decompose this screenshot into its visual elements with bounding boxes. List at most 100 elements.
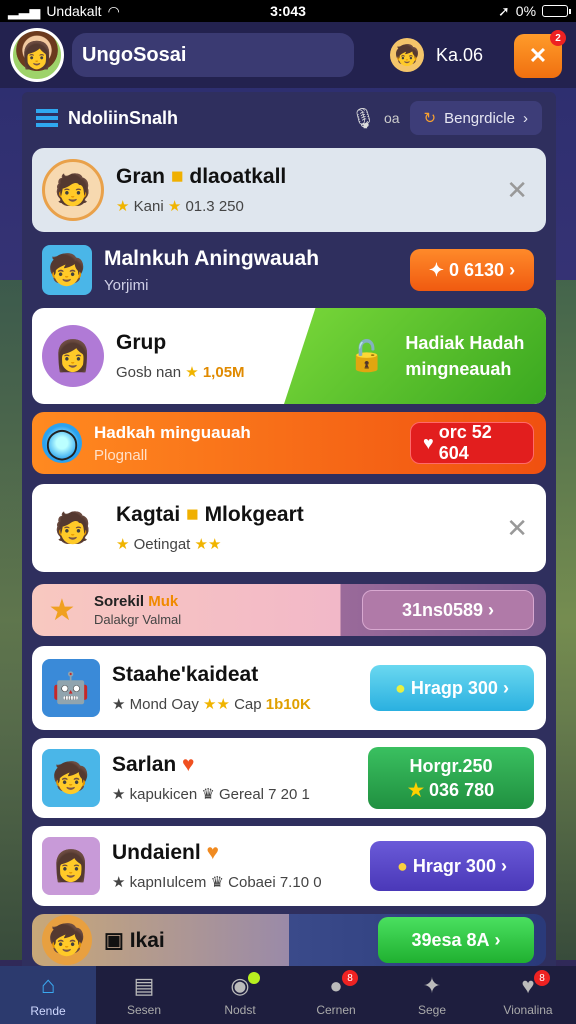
crown-icon: ♛ [201,786,215,803]
action-button[interactable]: 39esa 8A › [378,917,534,963]
item-title: Malnkuh Aningwauah [104,246,320,270]
item-title: Kagtai [116,503,181,526]
orb-icon: ◯ [42,423,82,463]
nav-tab-nodst[interactable]: ◉ Nodst [192,966,288,1024]
username-field[interactable]: UngoSosai [72,33,354,77]
price-button[interactable]: ♥ orc 52 604 [410,422,534,464]
action-button[interactable]: ● Hragr 300 › [370,841,534,891]
nav-tab-home[interactable]: ⌂ Rende [0,966,96,1024]
price-label: 31ns0589 [401,599,484,620]
action-label-2: 036 780 [429,780,495,800]
clock: 3:043 [270,3,306,19]
carrier-name: Undakalt [46,3,102,19]
star-icon: ★ [112,696,126,713]
nav-label: Sege [417,1003,447,1017]
item-subtitle-2: 01.3 250 [185,198,244,215]
item-title: Ikai [129,928,165,952]
microphone-icon[interactable]: 🎙 [351,106,376,131]
item-subtitle: Dalakgr Valmal [94,612,182,627]
banner-line-1: Hadiak Hadah [405,333,525,353]
nav-label: Rende [30,1004,66,1018]
item-subtitle-3: 1b10K [265,696,311,713]
close-icon[interactable]: ✕ [506,175,528,206]
list-item[interactable]: ◯ Hadkah minguauah Plognall ♥ orc 52 604 [32,412,546,474]
price-label: 0 6130 [449,259,505,280]
nav-tab-vionalina[interactable]: ♥ Vionalina 8 [480,966,576,1024]
item-subtitle: Gosb nan [116,364,182,381]
chevron-right-icon: › [502,677,509,698]
signal-icon: ▂▃▅ [8,2,41,19]
vinyl-icon: ◉ [230,973,250,998]
gift-icon: ■ [170,165,184,188]
star-icon: ★ [112,874,126,891]
robot-thumbnail: 🤖 [42,659,100,717]
close-icon[interactable]: ✕ [506,513,528,544]
gift-icon: ■ [186,503,199,526]
action-label: 39esa 8A [411,929,490,950]
chevron-right-icon: › [500,855,507,876]
list-item[interactable]: 👩 Grup Gosb nan ★ 1,05M 🔓 Hadiak Hadah m… [32,308,546,404]
background-left-scenery [0,280,24,960]
heart-icon: ♥ [206,841,219,864]
nav-label: Nodst [224,1003,256,1017]
character-avatar: 🧒 [42,915,92,965]
action-button[interactable]: Horgr.250 ★ 036 780 [368,747,534,809]
nav-label: Sesen [126,1003,162,1017]
character-avatar: 🧑 [42,159,104,221]
reward-banner[interactable]: 🔓 Hadiak Hadah mingneauah [284,308,546,404]
action-button[interactable]: ● Hragp 300 › [370,665,534,711]
banner-line-2: mingneauah [405,359,512,379]
price-button[interactable]: ✦ 0 6130 › [410,249,534,291]
list-item[interactable]: 🧑 Gran ■ dlaoatkall ★ Kani ★ 01.3 250 ✕ [32,148,546,232]
ball-icon: ● [329,973,343,998]
list-item[interactable]: 🧒 ▣ Ikai 39esa 8A › [32,914,546,966]
location-icon: ➚ [498,2,510,19]
list-item[interactable]: 🧒 Malnkuh Aningwauah Yorjimi ✦ 0 6130 › [32,238,546,302]
star-character-icon: ★ [48,593,76,627]
list-item[interactable]: 👩 Undaienl ♥ ★ kapnIulcem ♛ Cobaei 7.10 … [32,826,546,906]
character-thumbnail: 🧒 [42,245,92,295]
item-title: Undaienl [112,841,201,864]
list-item[interactable]: 🧒 Sarlan ♥ ★ kapukicen ♛ Gereal 7 20 1 H… [32,738,546,818]
notification-button[interactable]: ✕ 2 [514,30,566,78]
nav-tab-sesen[interactable]: ▤ Sesen [96,966,192,1024]
star-icon: ★ [185,364,199,381]
nav-label: Vionalina [503,1003,553,1017]
item-title: Sorekil [94,593,145,610]
battery-percent: 0% [515,3,537,19]
item-subtitle-2: 1,05M [202,364,245,381]
list-item[interactable]: ★ Sorekil Muk Dalakgr Valmal 31ns0589 › [32,584,546,636]
item-subtitle: Yorjimi [104,276,149,294]
list-item[interactable]: 🤖 Staahe'kaideat ★ Mond Oay ★★ Cap 1b10K… [32,646,546,730]
chevron-right-icon: › [494,929,501,950]
smiley-icon: ● [397,855,408,876]
item-subtitle-2: Cap [234,696,262,713]
price-button[interactable]: 31ns0589 › [362,590,534,630]
home-icon: ⌂ [40,972,56,999]
item-subtitle: Kani [133,198,164,215]
action-label: Hragp 300 [410,677,498,698]
character-avatar: 👩 [42,325,104,387]
sort-label: Bengrdicle [444,109,515,127]
filter-label[interactable]: oa [384,110,400,126]
item-title: Grup [116,331,167,354]
panel-title: NdoliinSnalh [68,107,178,128]
character-thumbnail: 🧒 [42,749,100,807]
chevron-right-icon: › [509,259,516,280]
item-subtitle-2: Cobaei 7.10 0 [228,874,322,891]
heart-icon: ♥ [521,973,535,998]
nav-tab-sege[interactable]: ✦ Sege [384,966,480,1024]
sort-dropdown[interactable]: ↻ Bengrdicle › [409,101,542,135]
lock-gift-icon: 🔓 [348,339,386,373]
notification-badge: 8 [342,970,358,986]
star-icon: ★★ [203,696,230,713]
profile-avatar[interactable]: 👩 [10,28,64,82]
battery-icon [542,5,572,17]
sort-icon: ↻ [423,110,437,127]
list-item[interactable]: 🧑 Kagtai ■ Mlokgeart ★ Oetingat ★★ ✕ [32,484,546,572]
notification-badge: 2 [550,30,566,46]
list-icon [36,109,58,127]
nav-tab-cernen[interactable]: ● Cernen 8 [288,966,384,1024]
item-title-accent: Muk [148,593,179,610]
status-bar: ▂▃▅ Undakalt ◠ 3:043 ➚ 0% [0,0,576,22]
